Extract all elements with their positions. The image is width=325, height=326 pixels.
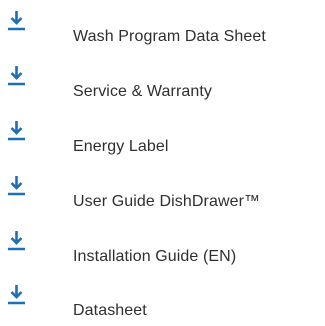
download-icon bbox=[8, 121, 25, 141]
download-link-wash-program-data-sheet[interactable]: Wash Program Data Sheet bbox=[0, 0, 325, 52]
download-link-energy-label[interactable]: Energy Label bbox=[0, 110, 325, 162]
download-icon bbox=[8, 176, 25, 196]
download-label: Installation Guide (EN) bbox=[73, 248, 237, 265]
download-link-datasheet[interactable]: Datasheet bbox=[0, 274, 325, 326]
download-label: Wash Program Data Sheet bbox=[73, 28, 266, 45]
download-label: Datasheet bbox=[73, 302, 147, 319]
download-label: Service & Warranty bbox=[73, 83, 213, 100]
download-link-user-guide[interactable]: User Guide DishDrawer™ bbox=[0, 165, 325, 217]
download-label: Energy Label bbox=[73, 138, 169, 155]
download-icon bbox=[8, 66, 25, 86]
download-link-installation-guide[interactable]: Installation Guide (EN) bbox=[0, 220, 325, 272]
download-label: User Guide DishDrawer™ bbox=[73, 193, 261, 210]
download-icon bbox=[8, 231, 25, 251]
download-icon bbox=[8, 11, 25, 31]
download-icon bbox=[8, 285, 25, 305]
download-list: Wash Program Data Sheet Service & Warran… bbox=[0, 0, 325, 325]
download-link-service-warranty[interactable]: Service & Warranty bbox=[0, 55, 325, 107]
